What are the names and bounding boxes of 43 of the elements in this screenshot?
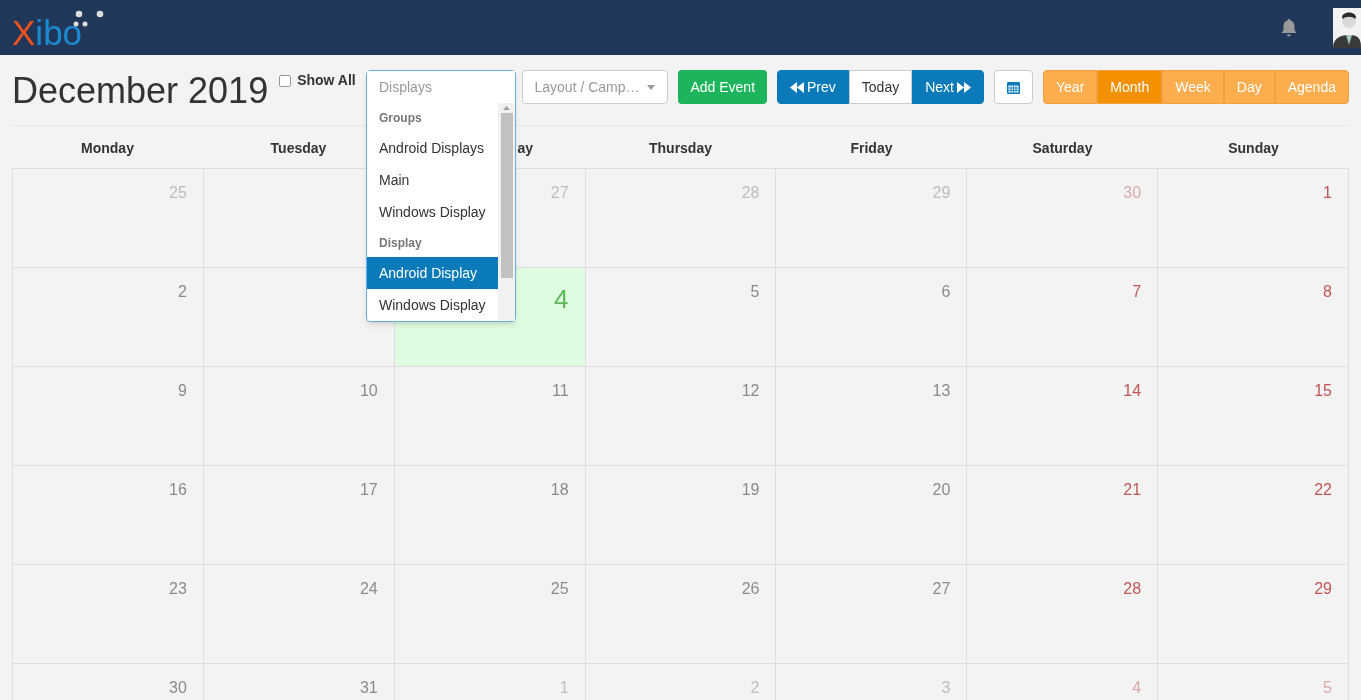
day-number: 14 [1123,381,1142,401]
day-number: 21 [1123,480,1142,500]
day-number: 27 [932,579,951,599]
day-number: 17 [359,480,378,500]
day-number: 19 [741,480,760,500]
day-number: 30 [169,678,187,698]
day-number: 11 [551,381,569,401]
day-number: 6 [941,282,951,302]
day-number: 18 [550,480,569,500]
day-number: 30 [1123,183,1142,203]
day-number: 28 [1123,579,1142,599]
day-number: 5 [750,282,760,302]
day-number: 26 [741,579,760,599]
day-number: 24 [359,579,378,599]
weekday-heading: ay [517,139,533,158]
day-number: 1 [1323,183,1332,203]
weekday-heading: Monday [81,139,134,158]
day-number: 31 [359,678,378,698]
weekday-heading: Saturday [1032,139,1093,158]
weekday-heading: Tuesday [270,139,327,158]
group-heading: Groups [378,109,423,127]
day-number: 16 [169,480,187,500]
day-number: 4 [1132,678,1142,698]
day-number: 22 [1314,480,1332,500]
day-number: 29 [1314,579,1332,599]
weekday-heading: Thursday [649,139,712,158]
day-number: 25 [550,579,569,599]
day-number: 10 [359,381,378,401]
day-number: 20 [932,480,951,500]
month-title: December 2019 [12,71,269,111]
day-number: 4 [554,286,569,312]
day-number: 8 [1323,282,1332,302]
day-number: 23 [169,579,187,599]
day-number: 9 [177,381,187,401]
day-number: 12 [741,381,760,401]
group-heading: Display [378,234,423,252]
weekday-heading: Friday [850,139,893,158]
day-number: 15 [1314,381,1332,401]
day-number: 7 [1132,282,1142,302]
weekday-heading: Sunday [1228,139,1279,158]
day-number: 13 [932,381,951,401]
day-number: 2 [177,282,187,302]
day-number: 5 [1323,678,1332,698]
